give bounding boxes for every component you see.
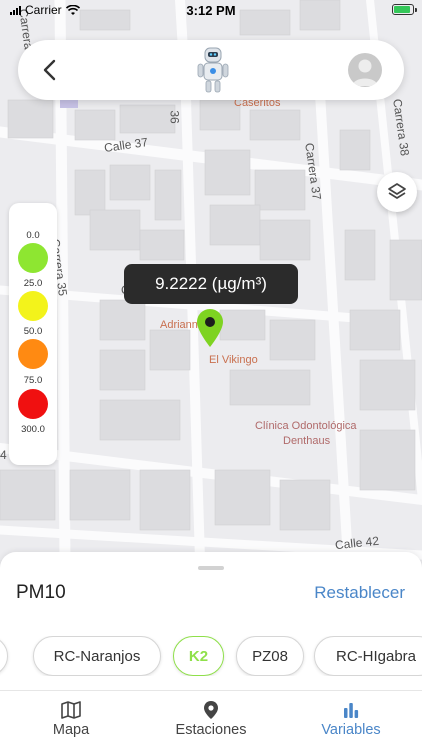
station-chip-selected[interactable]: K2 bbox=[173, 636, 224, 676]
bar-chart-icon bbox=[344, 703, 359, 718]
station-chip-label: PZ08 bbox=[252, 647, 288, 665]
tab-variables-label: Variables bbox=[321, 722, 381, 738]
station-chip[interactable]: PZ08 bbox=[236, 636, 304, 676]
robot-logo-icon bbox=[197, 47, 229, 93]
legend-label-0: 0.0 bbox=[26, 230, 40, 241]
color-legend: 0.0 25.0 50.0 75.0 300.0 bbox=[9, 203, 57, 465]
poi-clinica-line1: Clínica Odontológica bbox=[255, 420, 357, 432]
chevron-left-icon bbox=[43, 59, 56, 81]
legend-label-1: 25.0 bbox=[23, 278, 43, 289]
status-bar: Carrier 3:12 PM bbox=[0, 0, 422, 22]
top-nav-bar bbox=[18, 40, 404, 100]
bottom-sheet: PM10 Restablecer 7 RC-Naranjos K2 PZ08 R… bbox=[0, 552, 422, 750]
station-pin-icon[interactable] bbox=[196, 308, 224, 348]
reset-button[interactable]: Restablecer bbox=[314, 583, 405, 603]
tab-mapa-label: Mapa bbox=[52, 722, 90, 738]
poi-adriana: Adriann bbox=[160, 319, 198, 331]
layers-button[interactable] bbox=[377, 172, 417, 212]
legend-label-4: 300.0 bbox=[21, 424, 45, 435]
tabbar-divider bbox=[0, 690, 422, 691]
location-pin-icon bbox=[204, 701, 218, 719]
user-icon bbox=[352, 59, 378, 86]
value-tooltip: 9.2222 (µg/m³) bbox=[124, 264, 298, 304]
tab-estaciones-label: Estaciones bbox=[175, 722, 247, 738]
layers-icon bbox=[388, 183, 406, 199]
tab-estaciones[interactable]: Estaciones bbox=[141, 700, 281, 738]
station-chip-label: K2 bbox=[188, 647, 209, 665]
poi-clinica-line2: Denthaus bbox=[283, 435, 331, 447]
station-chip-list[interactable]: 7 RC-Naranjos K2 PZ08 RC-HIgabra bbox=[0, 636, 422, 676]
sheet-drag-handle[interactable] bbox=[198, 566, 224, 570]
poi-el-vikingo: El Vikingo bbox=[209, 354, 258, 366]
user-avatar[interactable] bbox=[348, 53, 382, 87]
tab-bar: Mapa Estaciones Variables bbox=[0, 692, 422, 750]
station-chip[interactable]: RC-HIgabra bbox=[314, 636, 422, 676]
station-chip[interactable]: RC-Naranjos bbox=[33, 636, 161, 676]
status-time: 3:12 PM bbox=[186, 3, 236, 18]
legend-dot-green bbox=[18, 243, 48, 273]
map-icon bbox=[61, 701, 81, 719]
legend-dot-yellow bbox=[18, 291, 48, 321]
legend-label-3: 75.0 bbox=[23, 375, 43, 386]
street-label-36: 36 bbox=[167, 110, 182, 124]
station-chip-label: RC-Naranjos bbox=[53, 647, 141, 665]
battery-icon bbox=[392, 4, 417, 15]
street-label-left-edge: 4 bbox=[0, 448, 7, 462]
legend-label-2: 50.0 bbox=[23, 326, 43, 337]
tooltip-value: 9.2222 (µg/m³) bbox=[155, 274, 267, 293]
tab-variables[interactable]: Variables bbox=[281, 700, 421, 738]
tab-mapa[interactable]: Mapa bbox=[1, 700, 141, 738]
station-chip[interactable]: 7 bbox=[0, 636, 8, 676]
station-chip-label: RC-HIgabra bbox=[335, 647, 417, 665]
legend-dot-orange bbox=[18, 339, 48, 369]
back-button[interactable] bbox=[36, 56, 64, 84]
variable-title: PM10 bbox=[16, 582, 66, 603]
legend-dot-red bbox=[18, 389, 48, 419]
